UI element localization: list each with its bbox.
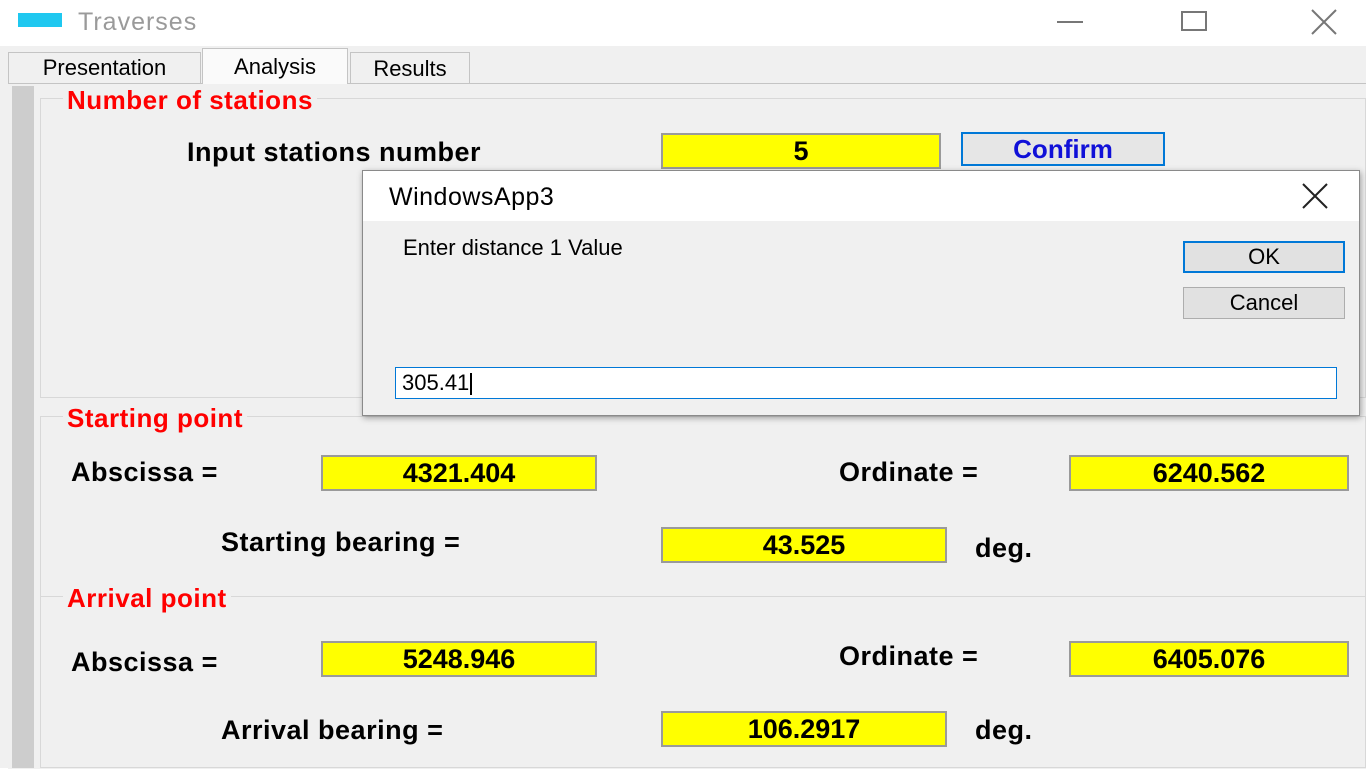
distance-input[interactable]: 305.41 xyxy=(395,367,1337,399)
dialog-title-bar: WindowsApp3 xyxy=(363,171,1359,221)
start-abscissa-label: Abscissa = xyxy=(71,457,218,487)
confirm-button[interactable]: Confirm xyxy=(961,132,1165,166)
starting-point-title: Starting point xyxy=(63,405,247,431)
title-bar: Traverses xyxy=(0,0,1366,46)
stations-number-field[interactable]: 5 xyxy=(661,133,941,169)
stations-input-label: Input stations number xyxy=(187,137,481,167)
stations-group-title: Number of stations xyxy=(63,87,317,113)
dialog-title: WindowsApp3 xyxy=(389,183,555,211)
starting-bearing-field[interactable]: 43.525 xyxy=(661,527,947,563)
window-title: Traverses xyxy=(78,8,198,36)
starting-bearing-label: Starting bearing = xyxy=(221,527,461,557)
maximize-button[interactable] xyxy=(1162,0,1226,44)
arrival-bearing-label: Arrival bearing = xyxy=(221,715,444,745)
dialog-close-button[interactable] xyxy=(1283,175,1347,217)
starting-bearing-unit: deg. xyxy=(975,533,1033,563)
arrival-abscissa-field[interactable]: 5248.946 xyxy=(321,641,597,677)
starting-point-group: Starting point Abscissa = 4321.404 Ordin… xyxy=(40,405,1366,622)
ok-button[interactable]: OK xyxy=(1183,241,1345,273)
arrival-abscissa-label: Abscissa = xyxy=(71,647,218,677)
distance-input-value: 305.41 xyxy=(402,370,470,395)
start-ordinate-field[interactable]: 6240.562 xyxy=(1069,455,1349,491)
minimize-button[interactable] xyxy=(1038,0,1102,44)
minimize-icon xyxy=(1057,21,1083,23)
app-icon xyxy=(18,13,62,27)
tab-analysis[interactable]: Analysis xyxy=(202,48,348,84)
arrival-bearing-field[interactable]: 106.2917 xyxy=(661,711,947,747)
close-icon xyxy=(1302,183,1328,209)
start-abscissa-field[interactable]: 4321.404 xyxy=(321,455,597,491)
arrival-point-title: Arrival point xyxy=(63,585,231,611)
tab-results[interactable]: Results xyxy=(350,52,470,84)
close-icon xyxy=(1311,9,1337,35)
dialog-prompt: Enter distance 1 Value xyxy=(403,235,623,260)
tab-presentation[interactable]: Presentation xyxy=(8,52,201,83)
arrival-ordinate-label: Ordinate = xyxy=(839,641,979,671)
start-ordinate-label: Ordinate = xyxy=(839,457,979,487)
arrival-point-group: Arrival point Abscissa = 5248.946 Ordina… xyxy=(40,585,1366,768)
maximize-icon xyxy=(1181,11,1207,31)
text-caret xyxy=(470,373,473,396)
cancel-button[interactable]: Cancel xyxy=(1183,287,1345,319)
close-button[interactable] xyxy=(1292,0,1356,44)
left-rail xyxy=(12,86,34,768)
arrival-bearing-unit: deg. xyxy=(975,715,1033,745)
arrival-ordinate-field[interactable]: 6405.076 xyxy=(1069,641,1349,677)
input-dialog: WindowsApp3 Enter distance 1 Value OK Ca… xyxy=(362,170,1360,416)
